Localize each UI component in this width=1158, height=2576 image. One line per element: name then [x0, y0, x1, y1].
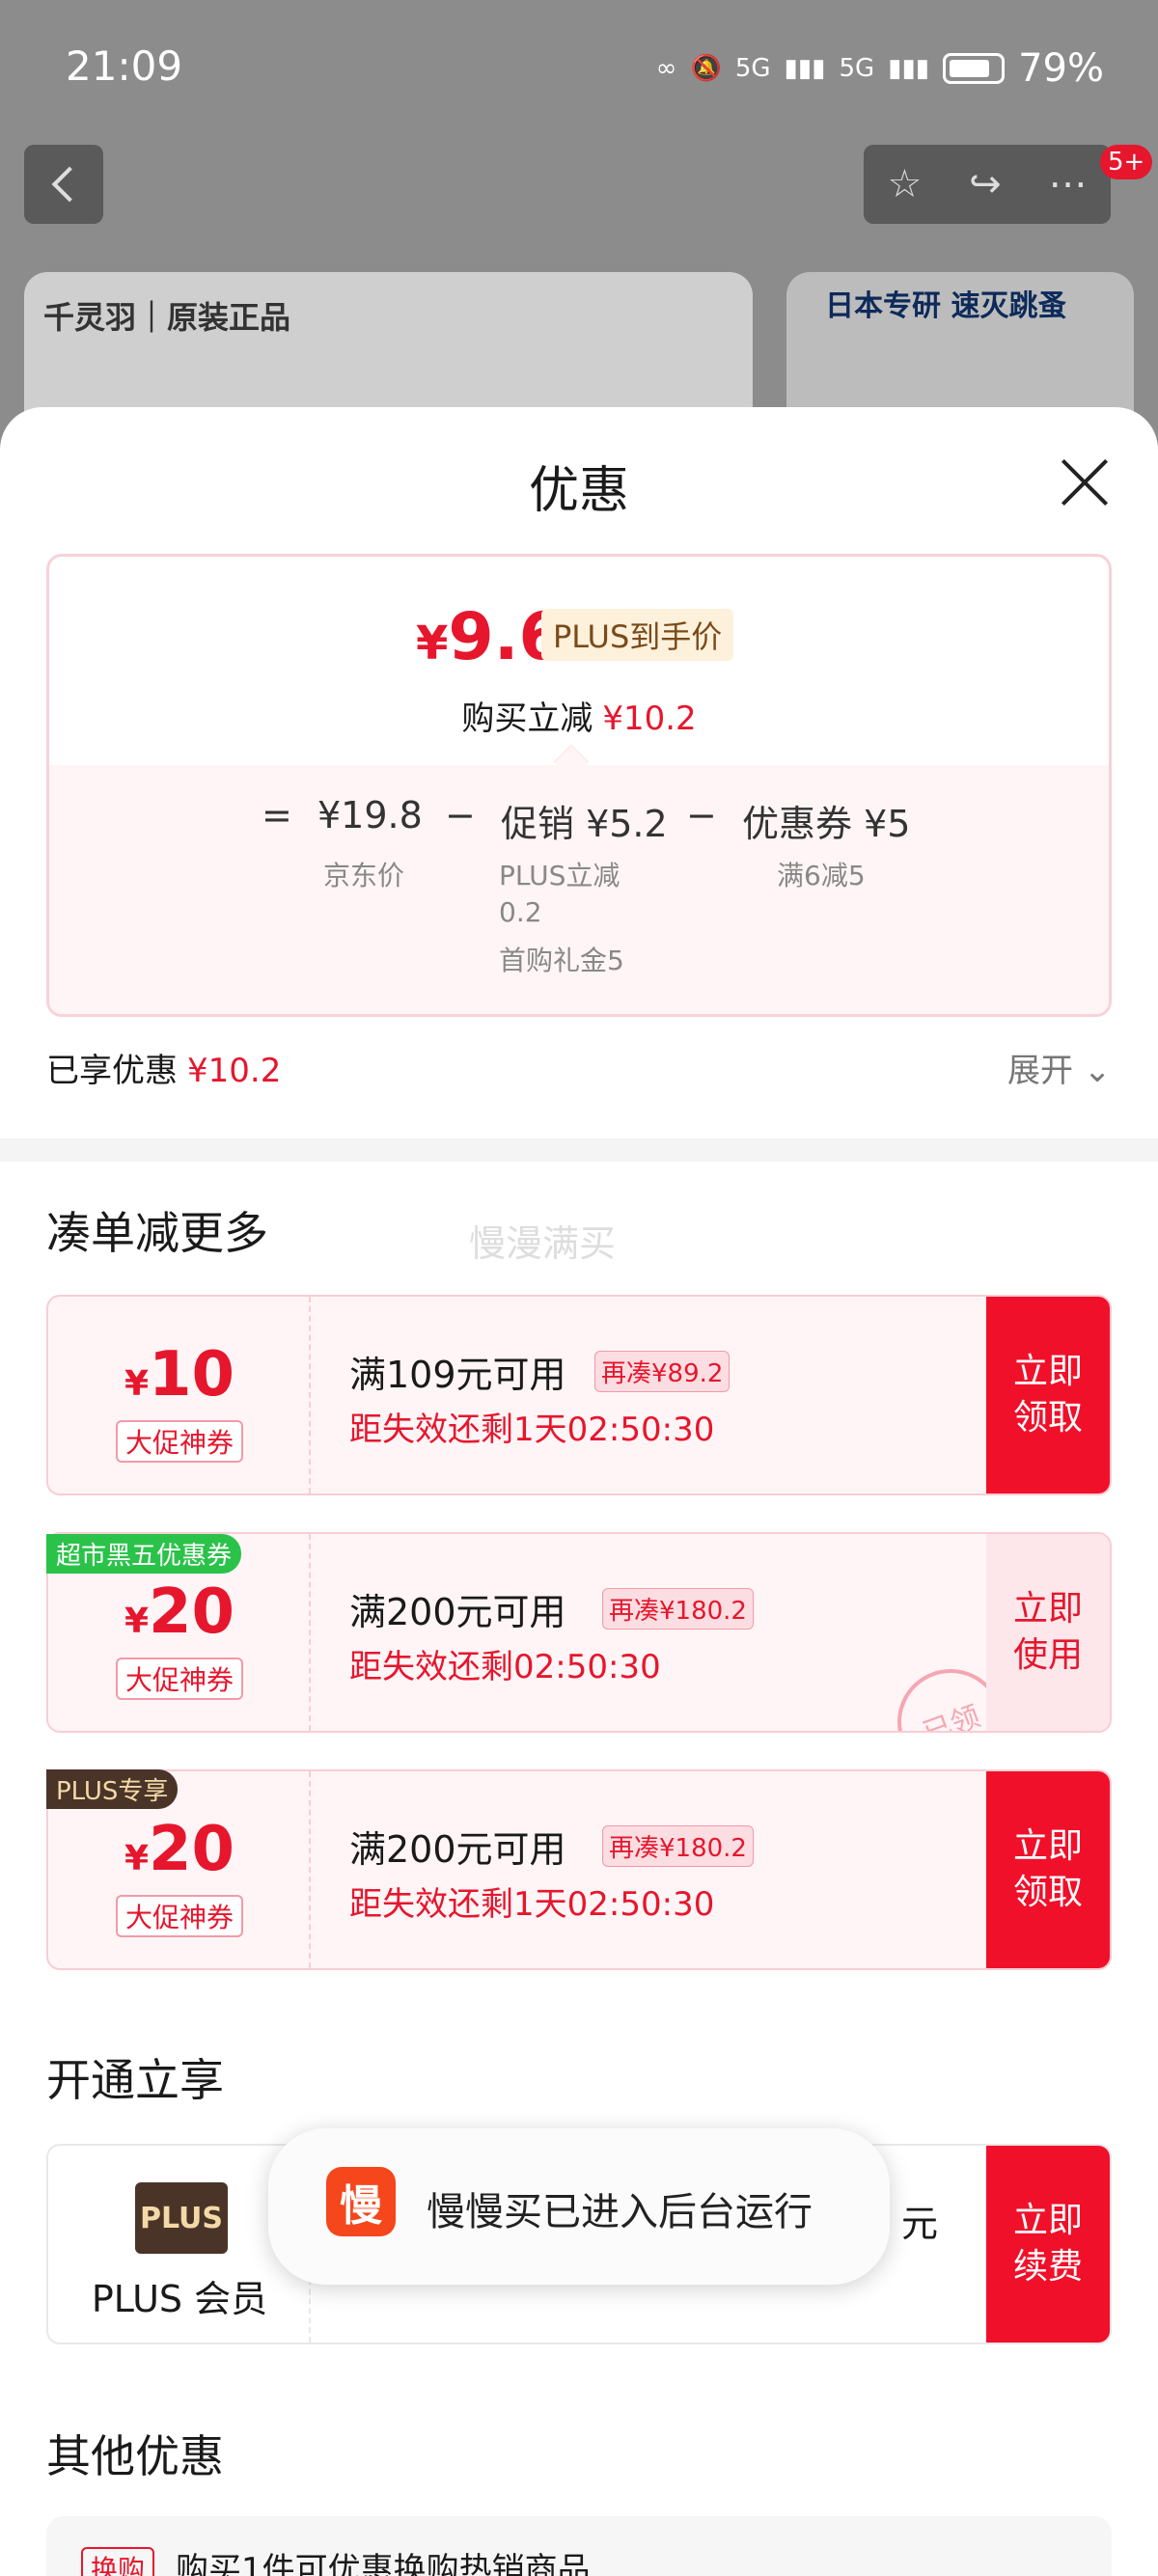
coupon-remaining: 再凑¥180.2 — [602, 1825, 754, 1867]
coupon-amount: ¥20 — [124, 1576, 235, 1648]
status-bar: 21:09 ∞ 🔕 5G ▮▮▮ 5G ▮▮▮ 79% — [0, 0, 1158, 135]
product-banner: 千灵羽｜原装正品 — [24, 272, 753, 417]
minus-sign-2: − — [686, 794, 717, 836]
offer-text: 购买1件可优惠换购热销商品 — [176, 2551, 591, 2576]
plus-icon: PLUS — [135, 2182, 228, 2254]
section-title-more: 凑单减更多 — [46, 1207, 268, 1259]
plus-member-name: PLUS 会员 — [91, 2278, 268, 2320]
enjoyed-discount: 已享优惠 ¥10.2 — [46, 1052, 282, 1090]
plus-exclusive-badge: PLUS专享 — [46, 1769, 179, 1809]
coupon-timer: 距失效还剩1天02:50:30 — [349, 1885, 715, 1924]
status-icons: ∞ 🔕 5G ▮▮▮ 5G ▮▮▮ 79% — [656, 46, 1104, 91]
reduce-line: 购买立减 ¥10.2 — [461, 699, 697, 738]
section-title-open: 开通立享 — [46, 2054, 224, 2106]
message-badge: 5+ — [1100, 145, 1153, 179]
share-icon[interactable]: ↪ — [969, 162, 1002, 206]
coupon-amount: ¥10 — [124, 1339, 235, 1411]
coupon-timer: 距失效还剩1天02:50:30 — [349, 1411, 715, 1449]
renew-button[interactable]: 立即续费 — [986, 2146, 1110, 2343]
promo-sub-1b: 0.2 — [499, 896, 542, 928]
coupon-condition: 满200元可用 — [349, 1591, 566, 1633]
jd-price-label: 京东价 — [323, 860, 405, 891]
star-icon[interactable]: ☆ — [887, 162, 922, 206]
coupon-timer: 距失效还剩02:50:30 — [349, 1648, 661, 1686]
claim-button[interactable]: 立即领取 — [986, 1297, 1110, 1494]
jd-price: ¥19.8 — [317, 794, 423, 836]
signal-5g-icon-2: 5G — [839, 54, 875, 83]
battery-icon — [943, 53, 1006, 84]
equals-sign: = — [262, 794, 292, 836]
divider — [0, 1138, 1158, 1162]
coupon-card: ¥10 大促神券 满109元可用 再凑¥89.2 距失效还剩1天02:50:30… — [46, 1295, 1112, 1495]
close-icon[interactable] — [1060, 457, 1110, 507]
offer-tag: 换购 — [81, 2547, 155, 2576]
coupon-card: ¥20 大促神券 满200元可用 再凑¥180.2 距失效还剩1天02:50:3… — [46, 1769, 1112, 1970]
coupon-tag: 大促神券 — [116, 1420, 244, 1463]
coupon-amount: ¥20 — [124, 1814, 235, 1885]
toast-text: 慢慢买已进入后台运行 — [427, 2190, 813, 2234]
promo-sub-1: PLUS立减 — [499, 860, 620, 891]
mute-icon: 🔕 — [690, 54, 722, 83]
banner-title: 日本专研 速灭跳蚤 — [825, 289, 1067, 323]
sheet-title: 优惠 — [528, 462, 629, 520]
coupon-sub: 满6减5 — [777, 860, 866, 891]
price-box: ¥9.6 PLUS到手价 购买立减 ¥10.2 = ¥19.8 京东价 − 促销 … — [46, 554, 1112, 1017]
signal-5g-icon: 5G — [734, 54, 771, 83]
toast-notification: 慢 慢慢买已进入后台运行 — [268, 2128, 890, 2285]
product-banner-2: 日本专研 速灭跳蚤 — [786, 272, 1134, 417]
signal-icon: ▮▮▮ — [784, 54, 826, 83]
plus-price-tag: PLUS到手价 — [541, 609, 734, 661]
coupon-condition: 满200元可用 — [349, 1828, 566, 1871]
back-button[interactable] — [24, 145, 103, 224]
coupon-badge: 超市黑五优惠券 — [46, 1534, 242, 1574]
coupon-tag: 大促神券 — [116, 1895, 244, 1937]
chevron-down-icon: ⌄ — [1083, 1052, 1112, 1090]
other-offer-row[interactable]: 换购 购买1件可优惠换购热销商品 — [46, 2516, 1112, 2576]
more-icon[interactable]: ⋯ — [1049, 162, 1088, 206]
promo-value: 促销 ¥5.2 — [501, 803, 668, 845]
coupon-remaining: 再凑¥89.2 — [594, 1351, 731, 1392]
coupon-condition: 满109元可用 — [349, 1354, 566, 1396]
watermark: 慢漫满买 — [469, 1222, 617, 1265]
price-breakdown: = ¥19.8 京东价 − 促销 ¥5.2 PLUS立减 0.2 首购礼金5 −… — [49, 765, 1109, 1014]
link-icon: ∞ — [655, 54, 677, 83]
status-time: 21:09 — [66, 42, 183, 90]
promo-sub-2: 首购礼金5 — [499, 945, 624, 976]
coupon-remaining: 再凑¥180.2 — [602, 1588, 754, 1630]
brand-logo: 千灵羽｜原装正品 — [43, 299, 291, 336]
minus-sign: − — [445, 794, 476, 836]
expand-button[interactable]: 展开 ⌄ — [1007, 1044, 1111, 1091]
section-title-other: 其他优惠 — [46, 2430, 224, 2482]
coupon-tag: 大促神券 — [116, 1658, 244, 1700]
plus-price-tail: 元 — [901, 2203, 939, 2245]
claim-button[interactable]: 立即领取 — [986, 1771, 1110, 1968]
top-actions: ☆ ↪ ⋯ — [864, 145, 1111, 224]
battery-percent: 79% — [1018, 46, 1104, 91]
use-button[interactable]: 立即使用 — [986, 1534, 1110, 1731]
coupon-value: 优惠券 ¥5 — [742, 803, 911, 845]
signal-icon-2: ▮▮▮ — [888, 54, 930, 83]
app-icon: 慢 — [326, 2167, 396, 2236]
